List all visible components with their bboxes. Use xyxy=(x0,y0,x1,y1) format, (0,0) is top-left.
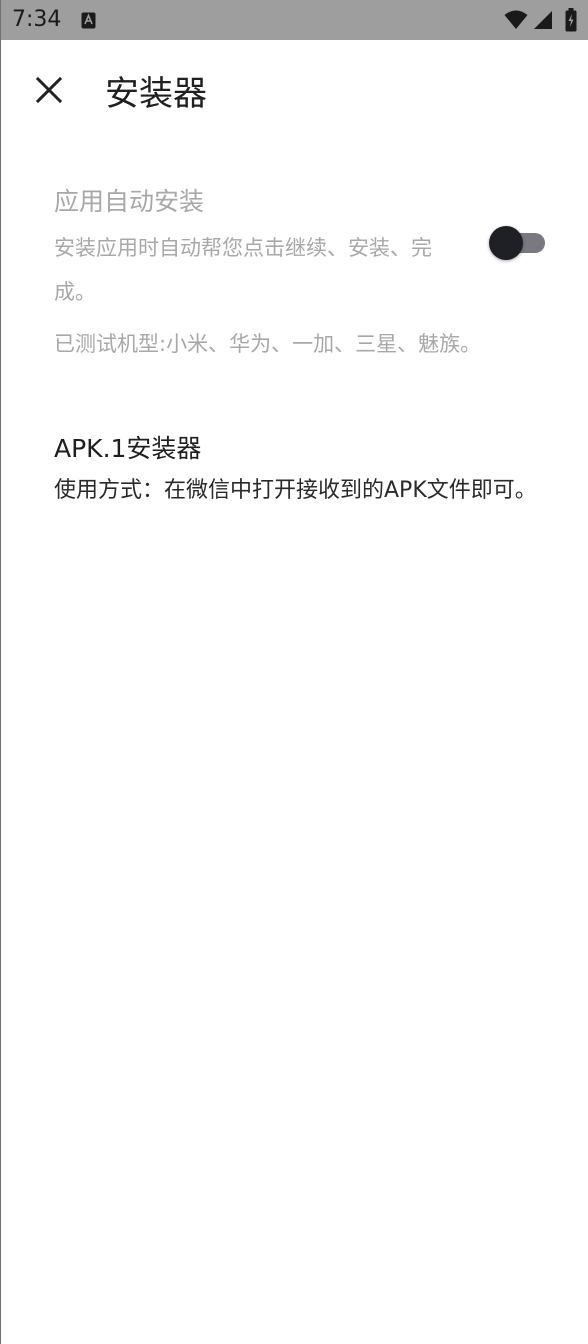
usage-instructions: 使用方式：在微信中打开接收到的APK文件即可。 xyxy=(54,478,537,503)
toolbar: 安装器 xyxy=(1,40,588,150)
signal-icon xyxy=(534,11,552,29)
auto-install-summary: 安装应用时自动帮您点击继续、安装、完成。 xyxy=(54,236,432,304)
close-icon xyxy=(36,77,62,103)
info-title: APK.1安装器 xyxy=(54,434,202,463)
close-button[interactable] xyxy=(27,68,71,112)
tested-devices-note: 已测试机型:小米、华为、一加、三星、魅族。 xyxy=(54,332,482,356)
auto-install-toggle[interactable] xyxy=(487,225,547,261)
status-bar: 7:34 xyxy=(1,0,588,40)
info-section: APK.1安装器 使用方式：在微信中打开接收到的APK文件即可。 xyxy=(1,425,588,565)
page-title: 安装器 xyxy=(105,74,207,114)
installer-screen: 7:34 安装器 应用自动安装 安装应用时自动帮您点击继续、安装、完成。 已测试… xyxy=(0,0,588,1344)
toggle-thumb xyxy=(489,226,523,260)
notification-a-icon xyxy=(81,12,96,29)
status-time: 7:34 xyxy=(12,7,62,32)
wifi-icon xyxy=(504,10,528,29)
auto-install-title: 应用自动安装 xyxy=(54,187,205,216)
auto-install-setting[interactable]: 应用自动安装 安装应用时自动帮您点击继续、安装、完成。 已测试机型:小米、华为、… xyxy=(1,170,588,390)
battery-charging-icon xyxy=(565,8,577,32)
